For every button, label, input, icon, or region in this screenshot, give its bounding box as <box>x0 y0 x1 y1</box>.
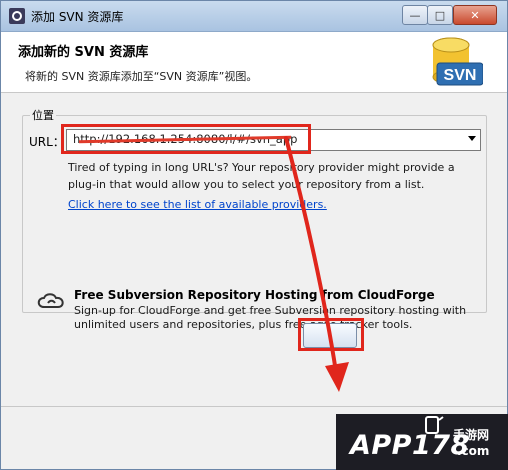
title-bar[interactable]: 添加 SVN 资源库 — □ ✕ <box>1 1 507 32</box>
eclipse-app-icon <box>9 8 25 24</box>
wizard-description: 将新的 SVN 资源库添加至“SVN 资源库”视图。 <box>25 70 258 83</box>
location-group-title: 位置 <box>30 107 56 123</box>
dialog-window: 添加 SVN 资源库 — □ ✕ 添加新的 SVN 资源库 将新的 SVN 资源… <box>0 0 508 470</box>
cloudforge-icon <box>37 293 64 308</box>
wizard-title: 添加新的 SVN 资源库 <box>18 45 149 60</box>
cloudforge-description: Sign-up for CloudForge and get free Subv… <box>74 304 467 331</box>
svn-database-icon: SVN <box>432 37 483 86</box>
site-watermark: APP178 手游网 .com <box>336 414 508 470</box>
watermark-subtitle: 手游网 <box>453 428 490 442</box>
cloudforge-title: Free Subversion Repository Hosting from … <box>74 288 435 302</box>
maximize-button[interactable]: □ <box>427 5 453 25</box>
minimize-button[interactable]: — <box>402 5 428 25</box>
watermark-domain: .com <box>457 444 490 458</box>
providers-link[interactable]: Click here to see the list of available … <box>68 198 327 211</box>
url-hint-text: Tired of typing in long URL's? Your repo… <box>68 161 455 191</box>
close-button[interactable]: ✕ <box>453 5 497 25</box>
annotation-highlight-button <box>298 318 364 351</box>
wizard-header: 添加新的 SVN 资源库 将新的 SVN 资源库添加至“SVN 资源库”视图。 … <box>1 32 507 93</box>
url-label: URL： <box>29 135 65 149</box>
dropdown-arrow-icon[interactable] <box>468 136 476 141</box>
annotation-highlight-url <box>61 124 311 154</box>
minimize-icon: — <box>409 8 421 22</box>
maximize-icon: □ <box>434 8 446 22</box>
svn-logo-text: SVN <box>444 67 477 84</box>
window-title: 添加 SVN 资源库 <box>31 10 124 24</box>
watermark-brand: APP178 <box>350 430 470 461</box>
close-icon: ✕ <box>470 8 480 22</box>
